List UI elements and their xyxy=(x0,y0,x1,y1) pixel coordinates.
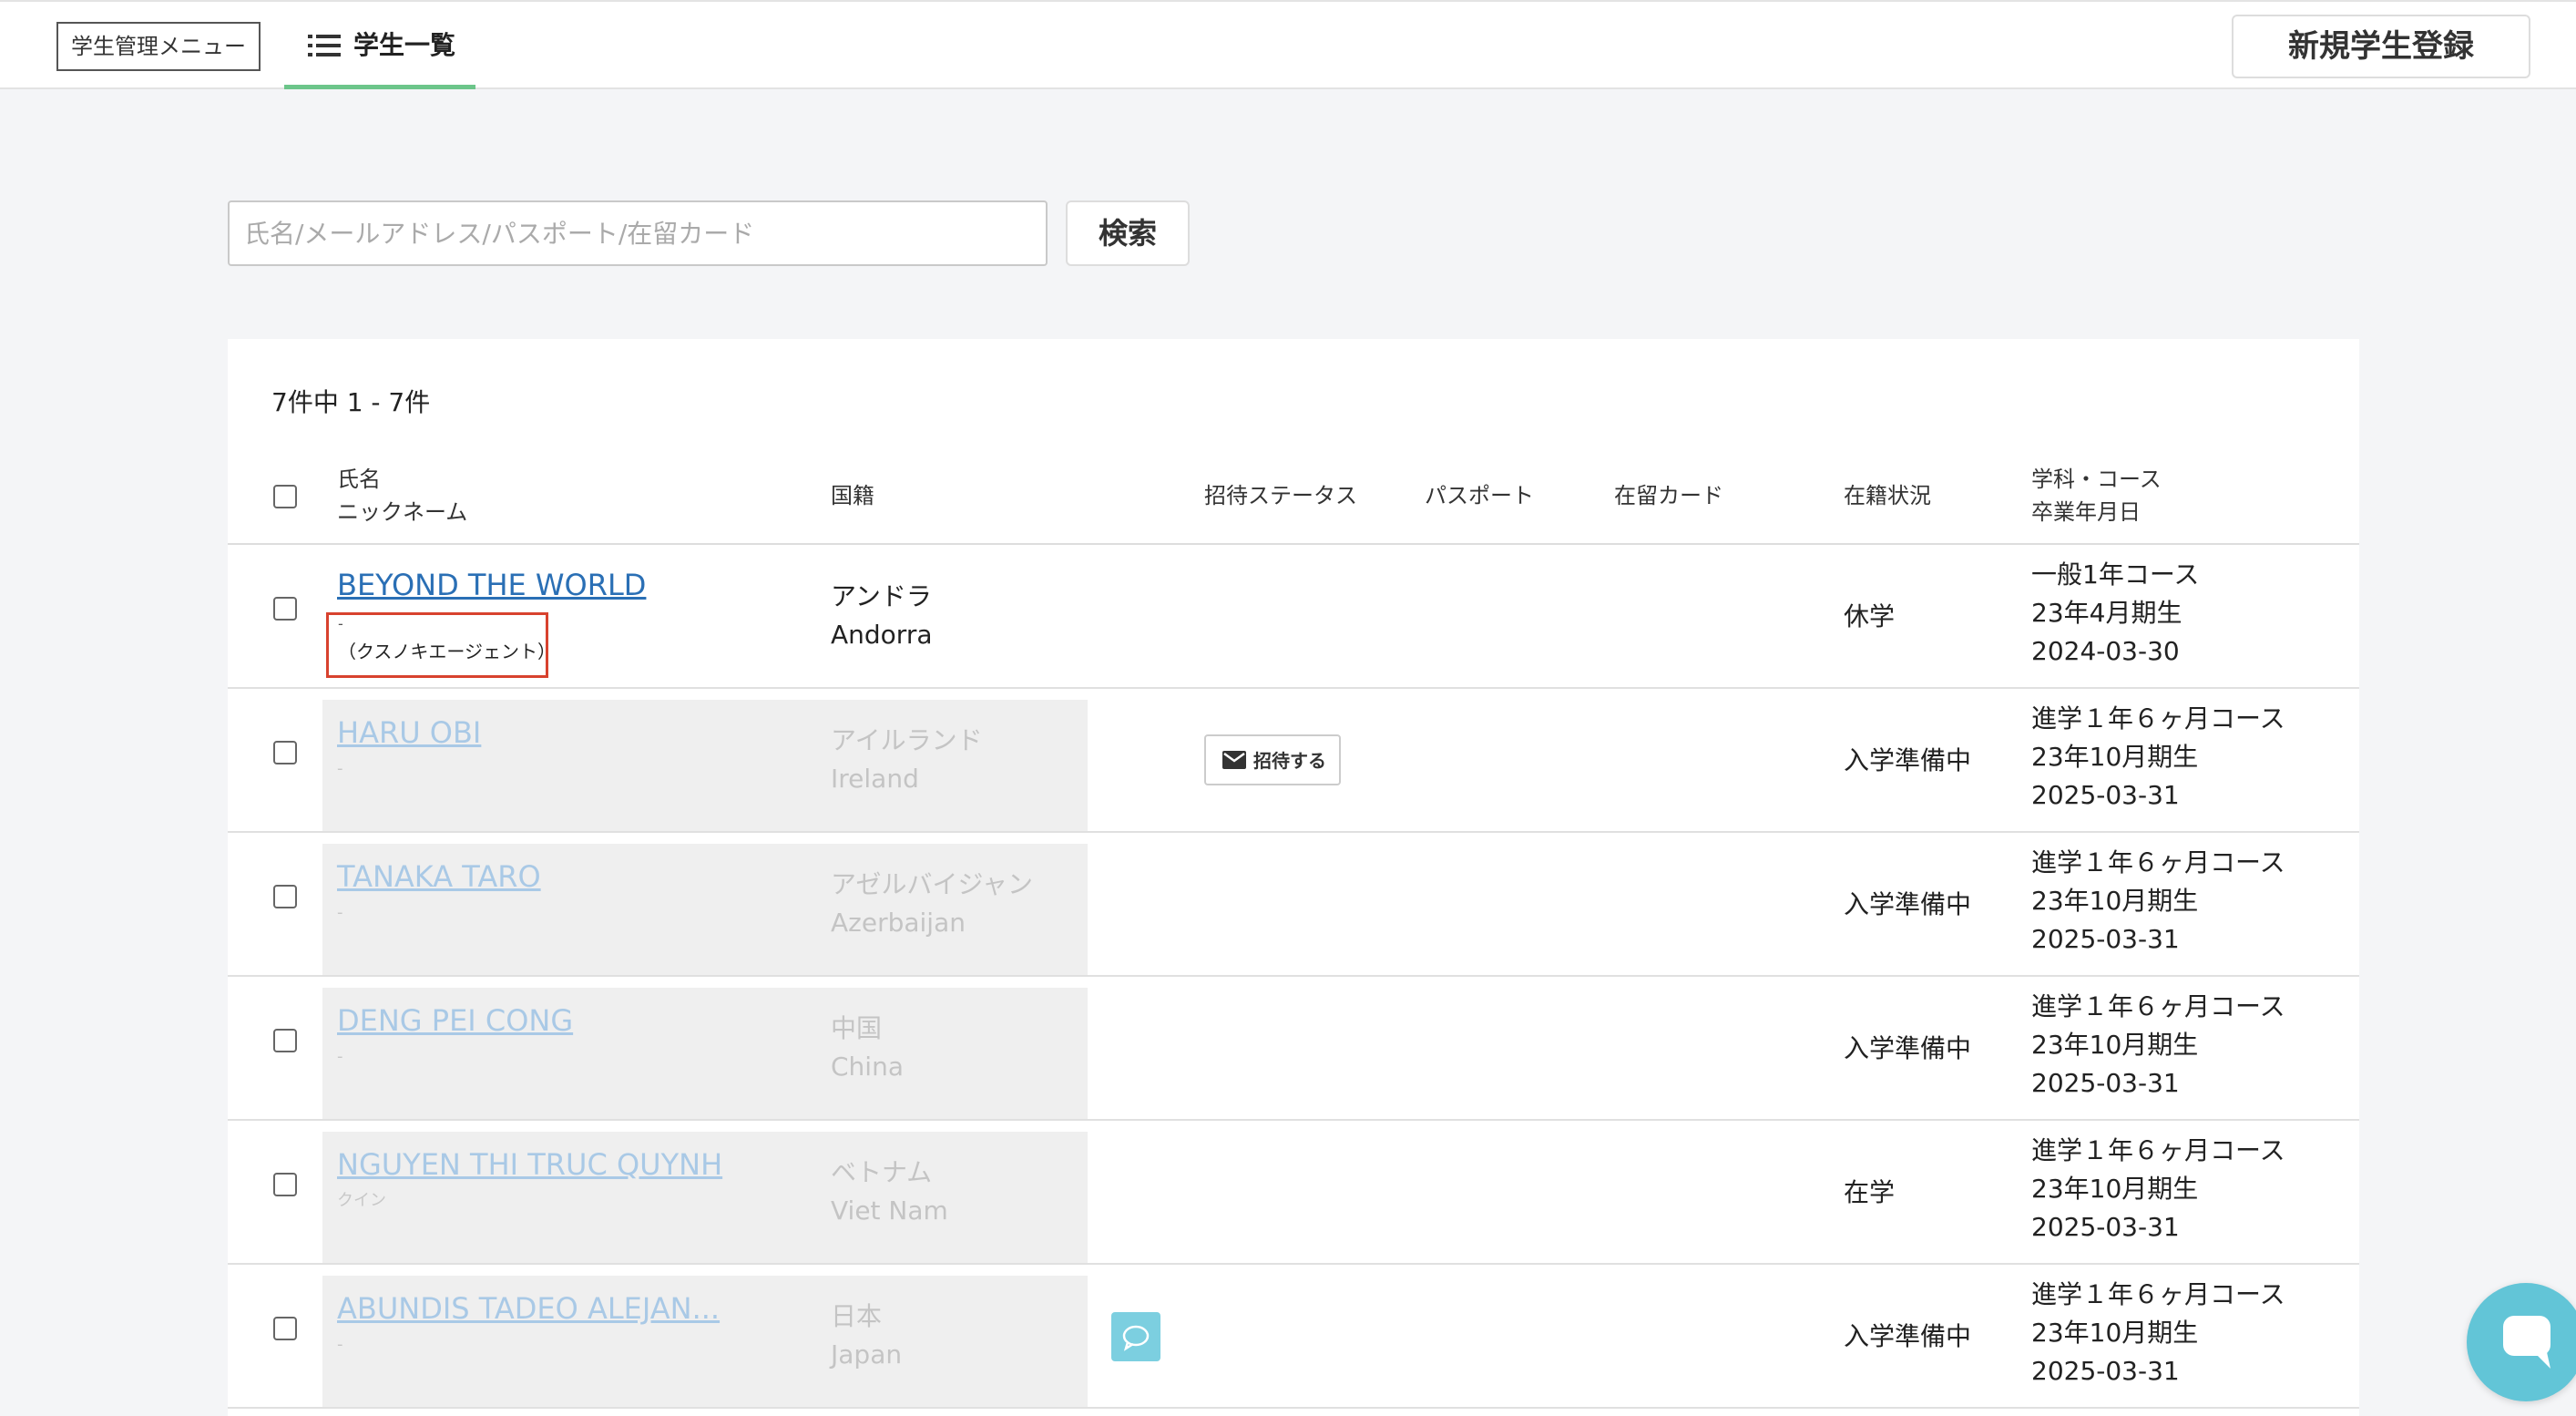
student-name-link[interactable]: ABUNDIS TADEO ALEJAN... xyxy=(337,1288,720,1329)
col-course: 学科・コース xyxy=(2031,467,2162,492)
new-student-button[interactable]: 新規学生登録 xyxy=(2232,15,2530,78)
select-all-checkbox[interactable] xyxy=(273,485,297,508)
agent-highlight: - （クスノキエージェント） xyxy=(326,612,556,678)
nickname: - xyxy=(337,903,343,922)
nationality-ja: アイルランド xyxy=(831,725,983,755)
row-checkbox[interactable] xyxy=(273,597,297,621)
chat-bubble-icon xyxy=(1122,1325,1150,1351)
course-term: 23年4月期生 xyxy=(2031,598,2182,628)
graduation-date: 2025-03-31 xyxy=(2031,1068,2180,1098)
row-checkbox[interactable] xyxy=(273,1317,297,1340)
nationality-ja: ベトナム xyxy=(831,1157,933,1187)
nickname: - xyxy=(337,759,343,778)
table-row: ABUNDIS TADEO ALEJAN... - 日本 Japan 入学準備中… xyxy=(228,1265,2359,1409)
enrollment-status: 在学 xyxy=(1844,1177,1896,1207)
nationality-en: Andorra xyxy=(831,620,933,650)
top-bar: 学生管理メニュー 学生一覧 新規学生登録 xyxy=(0,0,2576,89)
search-input[interactable] xyxy=(228,200,1048,266)
course-name: 進学１年６ヶ月コース xyxy=(2031,847,2285,877)
course-term: 23年10月期生 xyxy=(2031,886,2199,916)
course-name: 進学１年６ヶ月コース xyxy=(2031,703,2285,734)
course-term: 23年10月期生 xyxy=(2031,1030,2199,1060)
student-table-card: 7件中 1 - 7件 氏名 ニックネーム 国籍 招待ステータス パスポート 在留… xyxy=(228,339,2359,1416)
course-name: 進学１年６ヶ月コース xyxy=(2031,991,2285,1021)
graduation-date: 2025-03-31 xyxy=(2031,1356,2180,1386)
student-name-link[interactable]: NGUYEN THI TRUC QUYNH xyxy=(337,1144,722,1185)
nationality-ja: 中国 xyxy=(831,1013,883,1043)
search-button[interactable]: 検索 xyxy=(1066,200,1190,266)
graduation-date: 2025-03-31 xyxy=(2031,924,2180,954)
col-invite-status: 招待ステータス xyxy=(1204,483,1357,508)
invite-label: 招待する xyxy=(1253,750,1326,772)
chat-widget-button[interactable] xyxy=(2467,1283,2576,1401)
course-name: 一般1年コース xyxy=(2031,559,2200,590)
table-row: BEYOND THE WORLD - （クスノキエージェント） アンドラ And… xyxy=(228,545,2359,689)
message-button[interactable] xyxy=(1111,1312,1160,1361)
table-row: HARU OBI - アイルランド Ireland 招待する 入学準備中 進学１… xyxy=(228,689,2359,833)
graduation-date: 2025-03-31 xyxy=(2031,1212,2180,1242)
col-passport: パスポート xyxy=(1425,483,1534,508)
nickname: - xyxy=(337,1335,343,1354)
nationality-en: Japan xyxy=(831,1339,903,1370)
graduation-date: 2025-03-31 xyxy=(2031,780,2180,810)
result-count: 7件中 1 - 7件 xyxy=(271,387,431,417)
table-row: NGUYEN THI TRUC QUYNH クイン ベトナム Viet Nam … xyxy=(228,1121,2359,1265)
nickname: - xyxy=(337,1047,343,1066)
col-residence-card: 在留カード xyxy=(1614,483,1723,508)
student-name-link[interactable]: TANAKA TARO xyxy=(337,857,541,897)
nationality-en: Ireland xyxy=(831,764,919,794)
student-name-link[interactable]: BEYOND THE WORLD xyxy=(337,565,646,605)
enrollment-status: 入学準備中 xyxy=(1844,1321,1972,1351)
course-name: 進学１年６ヶ月コース xyxy=(2031,1135,2285,1165)
nationality-ja: アンドラ xyxy=(831,581,932,611)
nickname: クイン xyxy=(337,1191,386,1210)
chat-bubble-icon xyxy=(2503,1316,2550,1369)
invite-button[interactable]: 招待する xyxy=(1204,734,1341,785)
mail-icon xyxy=(1222,751,1246,769)
table-row: TANAKA TARO - アゼルバイジャン Azerbaijan 入学準備中 … xyxy=(228,833,2359,977)
enrollment-status: 入学準備中 xyxy=(1844,1033,1972,1063)
row-checkbox[interactable] xyxy=(273,1173,297,1196)
nationality-ja: アゼルバイジャン xyxy=(831,869,1034,899)
nationality-en: Viet Nam xyxy=(831,1195,948,1226)
agent-name: （クスノキエージェント） xyxy=(338,641,556,662)
nationality-ja: 日本 xyxy=(831,1301,883,1331)
enrollment-status: 入学準備中 xyxy=(1844,745,1972,775)
col-enrollment: 在籍状況 xyxy=(1844,483,1931,508)
enrollment-status: 休学 xyxy=(1844,601,1896,631)
col-nationality: 国籍 xyxy=(831,483,874,508)
student-menu-button[interactable]: 学生管理メニュー xyxy=(56,22,261,71)
table-header: 氏名 ニックネーム 国籍 招待ステータス パスポート 在留カード 在籍状況 学科… xyxy=(228,446,2359,545)
graduation-date: 2024-03-30 xyxy=(2031,636,2180,666)
list-icon xyxy=(308,35,341,56)
row-checkbox[interactable] xyxy=(273,1029,297,1052)
col-nickname: ニックネーム xyxy=(337,499,468,525)
course-term: 23年10月期生 xyxy=(2031,1174,2199,1204)
col-name: 氏名 xyxy=(337,467,381,492)
course-name: 進学１年６ヶ月コース xyxy=(2031,1279,2285,1309)
student-name-link[interactable]: DENG PEI CONG xyxy=(337,1000,573,1041)
table-row: DENG PEI CONG - 中国 China 入学準備中 進学１年６ヶ月コー… xyxy=(228,977,2359,1121)
tab-student-list[interactable]: 学生一覧 xyxy=(284,2,475,89)
course-term: 23年10月期生 xyxy=(2031,1318,2199,1348)
enrollment-status: 入学準備中 xyxy=(1844,889,1972,919)
nationality-en: China xyxy=(831,1052,904,1082)
student-name-link[interactable]: HARU OBI xyxy=(337,713,481,753)
nationality-en: Azerbaijan xyxy=(831,908,966,938)
col-graduation: 卒業年月日 xyxy=(2031,499,2141,525)
tab-label: 学生一覧 xyxy=(353,30,456,60)
course-term: 23年10月期生 xyxy=(2031,742,2199,772)
row-checkbox[interactable] xyxy=(273,741,297,764)
nickname: - xyxy=(338,615,343,632)
row-checkbox[interactable] xyxy=(273,885,297,908)
